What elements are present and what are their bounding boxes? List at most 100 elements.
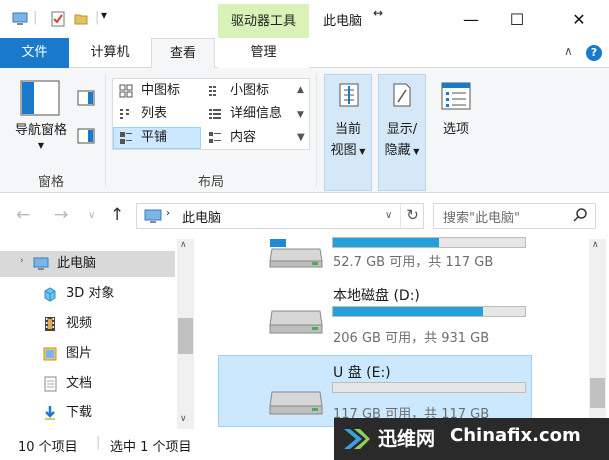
navigation-pane-icon[interactable]	[20, 80, 60, 116]
tab-manage[interactable]: 管理	[218, 38, 309, 68]
status-selected-count: 选中 1 个项目	[110, 440, 192, 455]
resize-icon: ↔	[373, 6, 384, 20]
properties-icon[interactable]	[50, 11, 66, 27]
drive-c-usage-bar	[332, 237, 526, 248]
drive-e-icon[interactable]	[268, 388, 324, 418]
chevron-down-icon: ▼	[356, 147, 366, 156]
scroll-down-icon[interactable]: ∨	[180, 414, 187, 424]
layout-tiles[interactable]: 平铺	[115, 127, 167, 149]
window-title: 此电脑	[323, 14, 363, 29]
watermark-cn-text: 迅维网	[378, 428, 436, 450]
layout-expand-icon[interactable]: ▼	[297, 132, 305, 143]
status-divider: |	[96, 435, 101, 450]
navigation-pane-button[interactable]: 导航窗格 ▼	[6, 120, 76, 151]
address-dropdown-icon[interactable]: ∨	[385, 210, 392, 221]
collapse-ribbon-icon[interactable]: ∧	[564, 44, 573, 58]
layout-scroll-up-icon[interactable]: ▲	[297, 85, 304, 95]
new-folder-icon[interactable]	[73, 11, 89, 27]
tiles-icon	[120, 132, 132, 144]
options-icon	[441, 82, 471, 110]
tab-view[interactable]: 查看	[151, 38, 215, 69]
back-arrow-icon[interactable]: ←	[16, 205, 30, 225]
layout-small-icons[interactable]: 小图标	[204, 80, 269, 102]
nav-item-documents[interactable]: 文档	[44, 373, 92, 395]
sort-by-label-line2: 视图 ▼	[330, 143, 366, 158]
forward-arrow-icon[interactable]: →	[54, 205, 68, 225]
qa-separator: |	[95, 10, 100, 25]
scroll-up-icon[interactable]: ∧	[180, 240, 187, 250]
nav-item-3d-objects[interactable]: 3D 对象	[44, 283, 114, 305]
chinafix-logo	[344, 429, 370, 449]
minimize-button[interactable]: —	[448, 0, 494, 38]
scroll-up-icon[interactable]: ∧	[592, 240, 599, 250]
layout-scroll-down-icon[interactable]: ▼	[297, 110, 304, 120]
nav-item-videos[interactable]: 视频	[45, 313, 93, 335]
medium-icons-icon	[119, 84, 133, 98]
chevron-down-icon: ▼	[410, 147, 420, 156]
drive-d-space: 206 GB 可用，共 931 GB	[333, 331, 490, 346]
drive-c-space: 52.7 GB 可用，共 117 GB	[333, 255, 494, 270]
pictures-icon	[43, 347, 57, 361]
drive-d-usage-fill	[333, 307, 483, 316]
breadcrumb-this-pc[interactable]: 此电脑	[182, 207, 221, 226]
address-bar[interactable]	[136, 203, 424, 229]
sort-by-button[interactable]: 当前 视图 ▼	[324, 119, 372, 162]
layout-list[interactable]: 列表	[115, 103, 167, 125]
nav-item-this-pc[interactable]: 此电脑	[33, 253, 97, 275]
qa-separator: |	[33, 10, 38, 25]
chevron-down-icon: ▼	[37, 141, 45, 150]
drive-e-name[interactable]: U 盘 (E:)	[333, 362, 391, 382]
nav-item-label: 视频	[66, 316, 93, 331]
preview-pane-icon[interactable]	[77, 90, 95, 106]
help-icon[interactable]: ?	[586, 45, 602, 61]
navigation-pane-label: 导航窗格	[14, 123, 67, 138]
close-button[interactable]: ✕	[556, 0, 602, 38]
layout-details[interactable]: 详细信息	[204, 103, 282, 125]
nav-scrollbar-thumb[interactable]	[178, 318, 193, 354]
drive-c-icon[interactable]	[268, 239, 324, 269]
layout-content-label: 内容	[230, 130, 257, 145]
breadcrumb-chevron-icon[interactable]: ›	[166, 208, 170, 219]
search-icon[interactable]	[572, 207, 588, 223]
drive-d-name[interactable]: 本地磁盘 (D:)	[333, 285, 420, 305]
options-button[interactable]: 选项	[432, 119, 480, 140]
sort-by-label-line1: 当前	[334, 122, 361, 137]
nav-item-pictures[interactable]: 图片	[43, 343, 92, 365]
layout-medium-icons-label: 中图标	[141, 83, 181, 98]
show-hide-label-line2: 隐藏 ▼	[384, 143, 420, 158]
computer-icon	[144, 209, 162, 223]
small-icons-icon	[209, 86, 216, 96]
layout-group-label: 布局	[198, 175, 225, 190]
refresh-icon[interactable]: ↻	[400, 203, 424, 229]
ribbon-divider	[105, 74, 106, 187]
expand-arrow-icon[interactable]: ›	[20, 256, 24, 266]
documents-icon	[44, 376, 57, 392]
nav-item-downloads[interactable]: 下载	[45, 402, 92, 424]
content-scrollbar-thumb[interactable]	[590, 378, 605, 408]
layout-content[interactable]: 内容	[204, 127, 256, 149]
recent-locations-icon[interactable]: ∨	[88, 210, 95, 221]
drive-c-usage-fill	[333, 238, 439, 247]
show-hide-button[interactable]: 显示/ 隐藏 ▼	[378, 119, 426, 162]
search-placeholder: 搜索"此电脑"	[443, 211, 520, 226]
computer-icon[interactable]	[12, 11, 28, 27]
drive-d-usage-bar	[332, 306, 526, 317]
list-icon	[120, 109, 129, 119]
drive-d-icon[interactable]	[268, 307, 324, 337]
layout-medium-icons[interactable]: 中图标	[115, 80, 180, 102]
drive-e-usage-bar	[332, 382, 526, 393]
details-pane-icon[interactable]	[77, 128, 95, 144]
sort-by-icon	[339, 83, 359, 107]
3d-objects-icon	[44, 287, 56, 302]
tab-computer[interactable]: 计算机	[76, 38, 144, 68]
tab-file[interactable]: 文件	[0, 38, 69, 68]
details-icon	[209, 109, 221, 119]
qa-dropdown-icon[interactable]: ▾	[101, 8, 107, 22]
content-icon	[209, 132, 221, 143]
maximize-button[interactable]: ☐	[494, 0, 540, 38]
nav-item-label: 此电脑	[57, 256, 97, 271]
layout-details-label: 详细信息	[230, 106, 283, 121]
up-arrow-icon[interactable]: ↑	[110, 205, 124, 225]
layout-tiles-label: 平铺	[141, 130, 168, 145]
pane-group-label: 窗格	[38, 175, 65, 190]
